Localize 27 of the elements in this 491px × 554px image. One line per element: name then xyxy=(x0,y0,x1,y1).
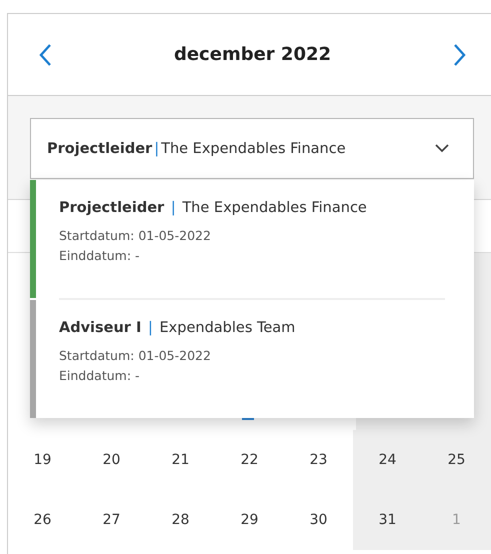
day-cell[interactable]: 24 xyxy=(353,430,422,490)
option-title: Adviseur I | Expendables Team xyxy=(59,320,296,336)
chevron-left-icon xyxy=(38,42,52,66)
day-cell[interactable]: 26 xyxy=(8,490,77,550)
day-cell[interactable]: 22 xyxy=(215,430,284,490)
end-date: Einddatum: - xyxy=(59,367,141,385)
role-option[interactable]: Projectleider | The Expendables Finance Startdatum: 01-05-2022 Einddatum: - xyxy=(30,180,474,298)
today-marker xyxy=(242,418,254,420)
role-option[interactable]: Adviseur I | Expendables Team Startdatum: 01-05-2022 Einddatum: - xyxy=(30,300,474,418)
role-select[interactable]: Projectleider|The Expendables Finance xyxy=(30,118,474,179)
start-date: Startdatum: 01-05-2022 xyxy=(59,227,212,245)
chevron-right-icon xyxy=(453,42,467,66)
day-cell[interactable]: 23 xyxy=(284,430,353,490)
day-cell[interactable]: 21 xyxy=(146,430,215,490)
day-cell[interactable]: 20 xyxy=(77,430,146,490)
day-cell[interactable]: 19 xyxy=(8,430,77,490)
day-cell[interactable]: 27 xyxy=(77,490,146,550)
day-cell[interactable]: 30 xyxy=(284,490,353,550)
chevron-down-icon xyxy=(435,144,449,153)
day-cell[interactable]: 31 xyxy=(353,490,422,550)
day-cell[interactable]: 29 xyxy=(215,490,284,550)
end-date: Einddatum: - xyxy=(59,247,141,265)
option-title: Projectleider | The Expendables Finance xyxy=(59,200,367,216)
day-cell[interactable]: 25 xyxy=(422,430,491,490)
day-cell[interactable]: 28 xyxy=(146,490,215,550)
start-date: Startdatum: 01-05-2022 xyxy=(59,347,212,365)
month-title: december 2022 xyxy=(174,44,332,65)
